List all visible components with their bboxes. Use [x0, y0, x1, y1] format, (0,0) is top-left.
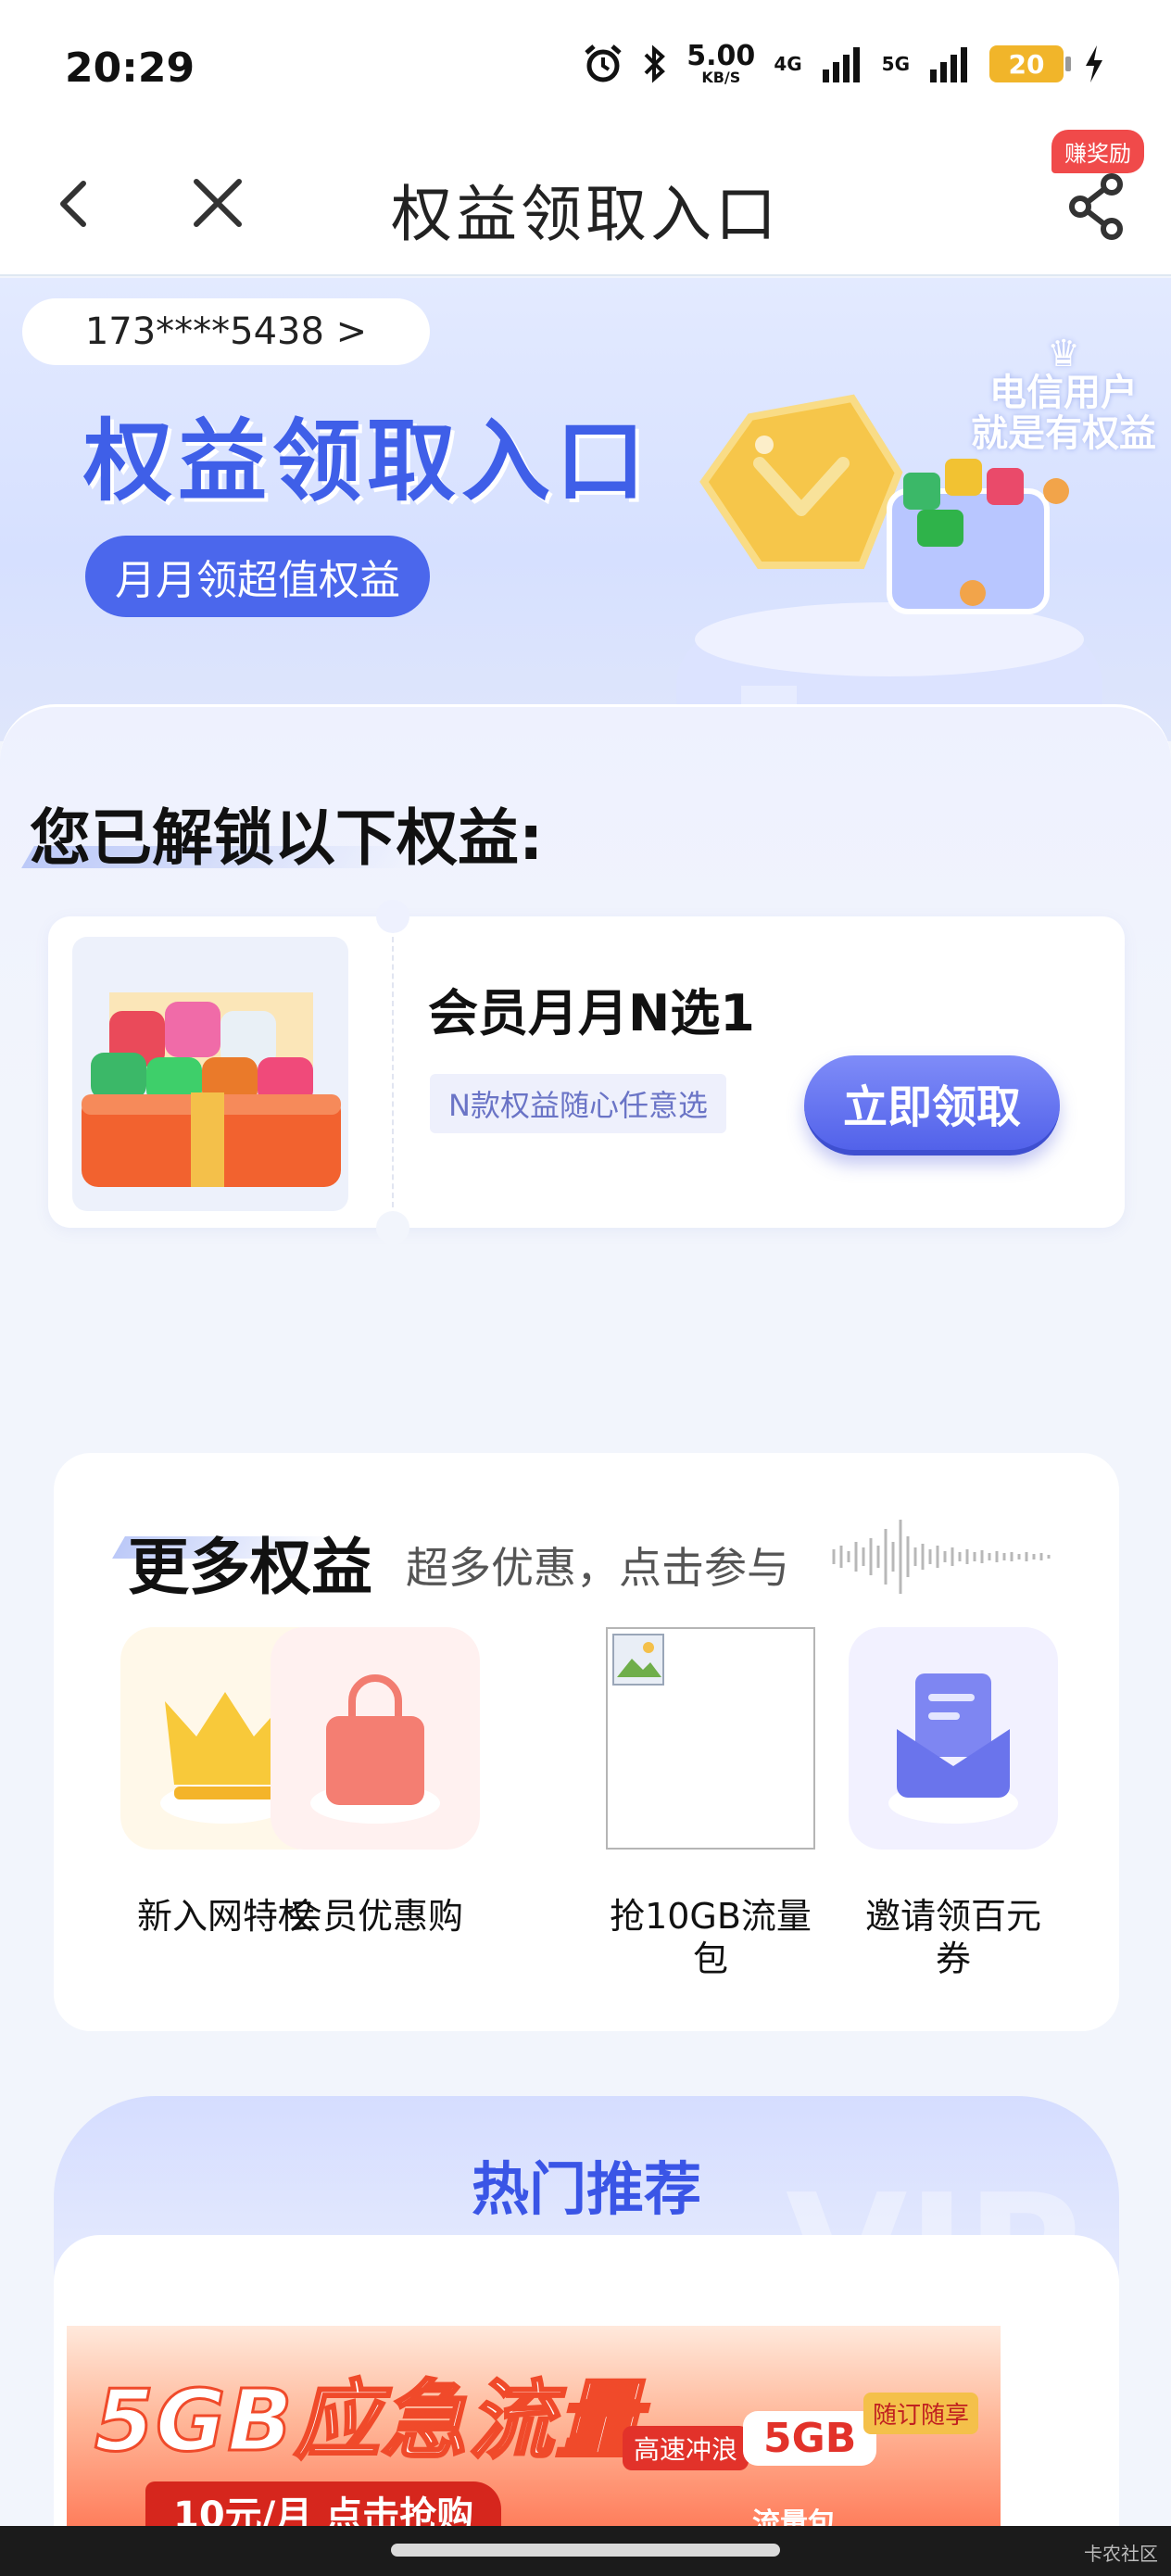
benefit-name: 会员月月N选1 [428, 984, 755, 1042]
gesture-bar: 卡农社区 [0, 2526, 1171, 2576]
grid-item-10gb-data[interactable]: 抢10GB流量包 [606, 1627, 815, 1980]
benefit-card[interactable]: 会员月月N选1 N款权益随心任意选 立即领取 [48, 900, 1125, 1244]
status-time: 20:29 [65, 44, 195, 92]
share-icon[interactable] [1065, 171, 1130, 241]
home-indicator[interactable] [391, 2544, 780, 2557]
gift-box-image [72, 937, 348, 1211]
banner-tag-5gb: 5GB [743, 2411, 877, 2466]
signal-icon-2 [930, 47, 967, 82]
card-divider [392, 937, 394, 1207]
battery-icon: 20 [989, 45, 1071, 82]
more-benefits-title: 更多权益 [128, 1532, 372, 1603]
grid-item-member-discount[interactable]: 会员优惠购 [271, 1627, 480, 1938]
card-notch [376, 900, 409, 933]
broken-image-icon [606, 1627, 815, 1850]
grid-item-invite[interactable]: 邀请领百元券 [849, 1627, 1058, 1980]
banner-tag-instant: 随订随享 [863, 2393, 979, 2434]
hero-banner: 173****5438 > 权益领取入口 月月领超值权益 ♛ 电信用户 就是有权… [0, 278, 1171, 741]
network-speed: 5.00 KB/S [686, 43, 755, 85]
banner-title: 5GB应急流量 [94, 2370, 643, 2472]
reward-badge[interactable]: 赚奖励 [1051, 130, 1144, 173]
bluetooth-icon [644, 44, 666, 83]
page-title: 权益领取入口 [391, 179, 780, 250]
alarm-icon [585, 44, 622, 82]
charging-icon [1086, 45, 1102, 82]
hero-title: 权益领取入口 [83, 410, 650, 513]
status-icons: 5.00 KB/S 4G 5G 20 [583, 43, 1106, 85]
speed-unit: KB/S [701, 69, 741, 86]
shield-icon [699, 394, 903, 569]
shopping-bag-icon [271, 1627, 480, 1850]
hero-illustration [676, 394, 1102, 741]
envelope-icon [849, 1627, 1058, 1850]
nav-bar: 权益领取入口 赚奖励 [0, 130, 1171, 276]
emergency-data-banner[interactable]: 5GB应急流量 10元/月 点击抢购 高速冲浪 5GB 随订随享 流量包 [67, 2326, 1001, 2557]
gift-box-icon [82, 992, 341, 1187]
more-benefits-subtitle: 超多优惠，点击参与 [406, 1543, 789, 1593]
grid-item-label: 抢10GB流量包 [610, 1896, 812, 1979]
speed-value: 5.00 [686, 40, 756, 72]
unlocked-title: 您已解锁以下权益: [30, 802, 544, 874]
hot-recommend-title: 热门推荐 [471, 2155, 701, 2223]
hero-subtitle-pill: 月月领超值权益 [85, 536, 430, 617]
claim-button[interactable]: 立即领取 [804, 1055, 1060, 1155]
grid-item-label: 会员优惠购 [286, 1896, 463, 1937]
banner-tag-speed: 高速冲浪 [623, 2426, 749, 2470]
signal-icon [822, 47, 860, 82]
sound-wave-icon [832, 1520, 1051, 1594]
network-5g-label: 5G [881, 53, 910, 75]
card-notch [376, 1211, 409, 1244]
watermark: 卡农社区 [1084, 2543, 1158, 2565]
network-4g-label: 4G [774, 53, 802, 75]
phone-number-selector[interactable]: 173****5438 > [22, 298, 430, 365]
grid-item-label: 邀请领百元券 [864, 1896, 1041, 1979]
status-bar: 20:29 5.00 KB/S 4G 5G 20 [0, 0, 1171, 130]
crown-icon: ♛ [1047, 333, 1080, 375]
benefit-tag: N款权益随心任意选 [430, 1074, 726, 1133]
more-benefits-card: 更多权益 超多优惠，点击参与 新入网特权 会员优惠购 抢10GB流量包 邀请领百… [54, 1453, 1119, 2031]
